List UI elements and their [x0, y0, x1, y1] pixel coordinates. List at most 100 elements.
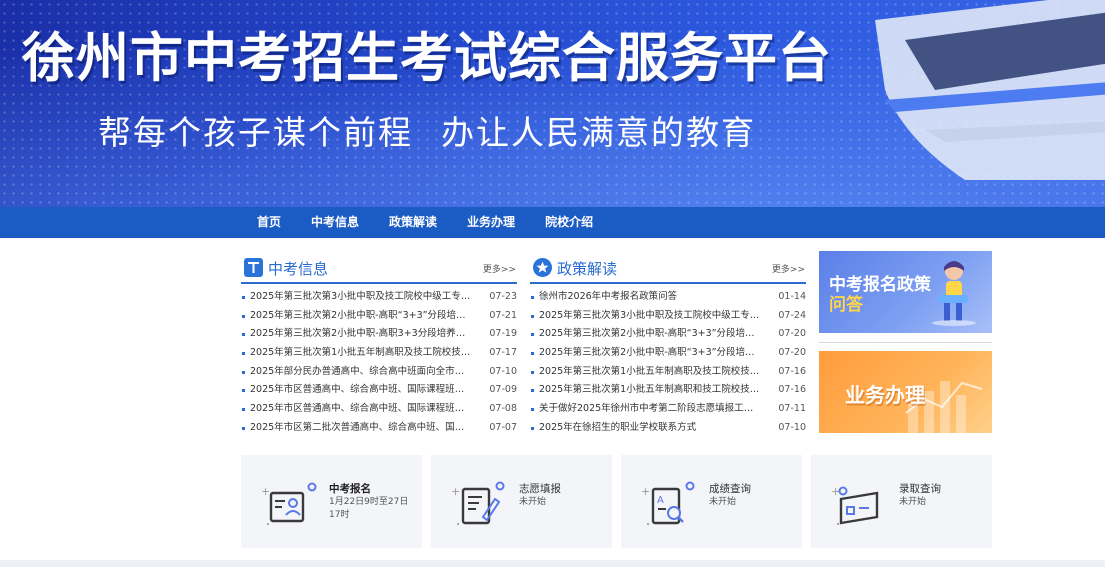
more-link[interactable]: 更多>> — [483, 262, 516, 275]
column-header: 政策解读 更多>> — [530, 251, 806, 284]
list-item[interactable]: 2025年第三批次第1小批五年制高职及技工院校技师专... 07-16 — [530, 363, 806, 382]
card-title: 成绩查询 — [709, 483, 751, 495]
news-list: 2025年第三批次第3小批中职及技工院校中级工专业投... 07-23 2025年… — [241, 288, 517, 438]
news-date: 07-24 — [778, 309, 806, 321]
news-date: 07-09 — [489, 384, 517, 396]
nav-item-exam-info[interactable]: 中考信息 — [296, 207, 374, 238]
nav-item-policy[interactable]: 政策解读 — [374, 207, 452, 238]
list-item[interactable]: 关于做好2025年徐州市中考第二阶段志愿填报工作的通知 07-11 — [530, 400, 806, 419]
svg-text:+: + — [261, 485, 270, 498]
news-title[interactable]: 2025年部分民办普通高中、综合高中班面向全市征求志... — [250, 363, 472, 382]
score-search-icon: + A — [641, 481, 695, 525]
flag-icon — [244, 258, 263, 277]
news-date: 01-14 — [778, 291, 806, 302]
divider — [819, 342, 992, 343]
news-date: 07-07 — [489, 421, 517, 433]
news-title[interactable]: 2025年市区普通高中、综合高中班、国际课程班、职教... — [250, 381, 472, 400]
list-item[interactable]: 2025年第三批次第3小批中职及技工院校中级工专业投... 07-23 — [241, 288, 517, 307]
card-title: 中考报名 — [329, 483, 371, 495]
news-date: 07-16 — [778, 384, 806, 396]
news-title[interactable]: 2025年第三批次第2小批中职-高职“3+3”分段培养及... — [250, 307, 472, 326]
news-title[interactable]: 2025年第三批次第1小批五年制高职和技工院校技师专... — [539, 381, 761, 400]
list-item[interactable]: 2025年第三批次第1小批五年制高职和技工院校技师专... 07-16 — [530, 381, 806, 400]
list-item[interactable]: 2025年第三批次第2小批中职-高职“3+3”分段培养及... 07-21 — [241, 307, 517, 326]
main-nav: 首页 中考信息 政策解读 业务办理 院校介绍 — [0, 207, 1105, 238]
slogan-left: 帮每个孩子谋个前程 — [98, 113, 413, 152]
list-item[interactable]: 2025年第三批次第3小批中职及技工院校中级工专业补... 07-24 — [530, 307, 806, 326]
news-title[interactable]: 2025年市区普通高中、综合高中班、国际课程班及中职... — [250, 400, 472, 419]
score-query-card[interactable]: + A 成绩查询 未开始 — [621, 455, 802, 548]
exam-info-column: 中考信息 更多>> 2025年第三批次第3小批中职及技工院校中级工专业投... 0… — [241, 251, 517, 438]
news-date: 07-10 — [778, 421, 806, 433]
list-item[interactable]: 2025年第三批次第1小批五年制高职及技工院校技师专... 07-17 — [241, 344, 517, 363]
svg-text:A: A — [657, 495, 664, 506]
news-list: 徐州市2026年中考报名政策问答 01-14 2025年第三批次第3小批中职及技工… — [530, 288, 806, 438]
list-item[interactable]: 2025年第三批次第2小批中职-高职“3+3”分段培养及... 07-20 — [530, 344, 806, 363]
news-date: 07-08 — [489, 403, 517, 415]
list-item[interactable]: 2025年在徐招生的职业学校联系方式 07-10 — [530, 419, 806, 438]
bullet-train-image — [875, 0, 1105, 180]
card-status: 未开始 — [899, 497, 927, 507]
list-item[interactable]: 2025年市区第二批次普通高中、综合高中班、国际课程... 07-07 — [241, 419, 517, 438]
policy-qa-line1: 中考报名政策 — [829, 275, 931, 295]
column-title: 政策解读 — [557, 260, 618, 278]
list-item[interactable]: 2025年市区普通高中、综合高中班、国际课程班、职教... 07-09 — [241, 381, 517, 400]
site-title: 徐州市中考招生考试综合服务平台 — [22, 28, 832, 89]
policy-qa-banner[interactable]: 中考报名政策 问答 — [819, 251, 992, 333]
registration-card[interactable]: + 中考报名 1月22日9时至27日17时 — [241, 455, 422, 548]
admission-query-card[interactable]: + 录取查询 未开始 — [811, 455, 992, 548]
business-banner[interactable]: 业务办理 — [819, 351, 992, 433]
card-title: 录取查询 — [899, 483, 941, 495]
header-banner: 徐州市中考招生考试综合服务平台 帮每个孩子谋个前程 办让人民满意的教育 — [0, 0, 1105, 207]
news-date: 07-16 — [778, 365, 806, 377]
policy-qa-line2: 问答 — [829, 295, 863, 315]
nav-item-business[interactable]: 业务办理 — [452, 207, 530, 238]
card-status: 未开始 — [709, 497, 737, 507]
policy-qa-banner-text: 中考报名政策 问答 — [829, 275, 931, 315]
policy-column: 政策解读 更多>> 徐州市2026年中考报名政策问答 01-14 2025年第三批… — [530, 251, 806, 438]
student-figure-icon — [932, 261, 976, 326]
footer-strip — [0, 560, 1105, 567]
news-date: 07-19 — [489, 328, 517, 340]
news-title[interactable]: 2025年第三批次第2小批中职-高职“3+3”分段培养及... — [539, 344, 761, 363]
list-item[interactable]: 徐州市2026年中考报名政策问答 01-14 — [530, 288, 806, 307]
news-title[interactable]: 2025年第三批次第2小批中职-高职“3+3”分段培养及... — [539, 325, 761, 344]
news-title[interactable]: 2025年第三批次第3小批中职及技工院校中级工专业补... — [539, 307, 761, 326]
column-header: 中考信息 更多>> — [241, 251, 517, 284]
news-title[interactable]: 徐州市2026年中考报名政策问答 — [539, 288, 761, 307]
news-date: 07-10 — [489, 365, 517, 377]
list-item[interactable]: 2025年第三批次第2小批中职-高职“3+3”分段培养及... 07-20 — [530, 325, 806, 344]
news-date: 07-20 — [778, 328, 806, 340]
news-title[interactable]: 2025年第三批次第1小批五年制高职及技工院校技师专... — [250, 344, 472, 363]
form-fill-icon: + — [451, 481, 505, 525]
news-date: 07-11 — [778, 403, 806, 415]
news-date: 07-23 — [489, 291, 517, 302]
registration-icon: + — [261, 482, 317, 525]
business-banner-text: 业务办理 — [845, 383, 925, 407]
news-title[interactable]: 2025年在徐招生的职业学校联系方式 — [539, 419, 761, 438]
more-link[interactable]: 更多>> — [772, 262, 805, 275]
news-title[interactable]: 2025年第三批次第3小批中职及技工院校中级工专业投... — [250, 288, 472, 307]
nav-item-home[interactable]: 首页 — [241, 207, 296, 238]
svg-text:+: + — [451, 485, 460, 498]
site-slogan: 帮每个孩子谋个前程 办让人民满意的教育 — [98, 106, 756, 154]
svg-text:+: + — [641, 485, 650, 498]
admission-card-icon: + — [831, 485, 879, 525]
card-title: 志愿填报 — [519, 483, 561, 495]
news-date: 07-20 — [778, 347, 806, 359]
list-item[interactable]: 2025年部分民办普通高中、综合高中班面向全市征求志... 07-10 — [241, 363, 517, 382]
nav-item-schools[interactable]: 院校介绍 — [530, 207, 608, 238]
news-title[interactable]: 2025年市区第二批次普通高中、综合高中班、国际课程... — [250, 419, 472, 438]
list-item[interactable]: 2025年市区普通高中、综合高中班、国际课程班及中职... 07-08 — [241, 400, 517, 419]
news-title[interactable]: 2025年第三批次第2小批中职-高职3+3分段培养及技工... — [250, 325, 472, 344]
volunteer-fill-card[interactable]: + 志愿填报 未开始 — [431, 455, 612, 548]
service-cards: + 中考报名 1月22日9时至27日17时 + 志愿填报 未开始 + A 成绩查… — [241, 455, 992, 548]
news-date: 07-17 — [489, 347, 517, 359]
list-item[interactable]: 2025年第三批次第2小批中职-高职3+3分段培养及技工... 07-19 — [241, 325, 517, 344]
column-title: 中考信息 — [268, 260, 329, 278]
card-status: 1月22日9时至27日17时 — [329, 497, 409, 520]
news-title[interactable]: 2025年第三批次第1小批五年制高职及技工院校技师专... — [539, 363, 761, 382]
card-status: 未开始 — [519, 497, 547, 507]
news-title[interactable]: 关于做好2025年徐州市中考第二阶段志愿填报工作的通知 — [539, 400, 761, 419]
star-badge-icon — [533, 258, 552, 277]
